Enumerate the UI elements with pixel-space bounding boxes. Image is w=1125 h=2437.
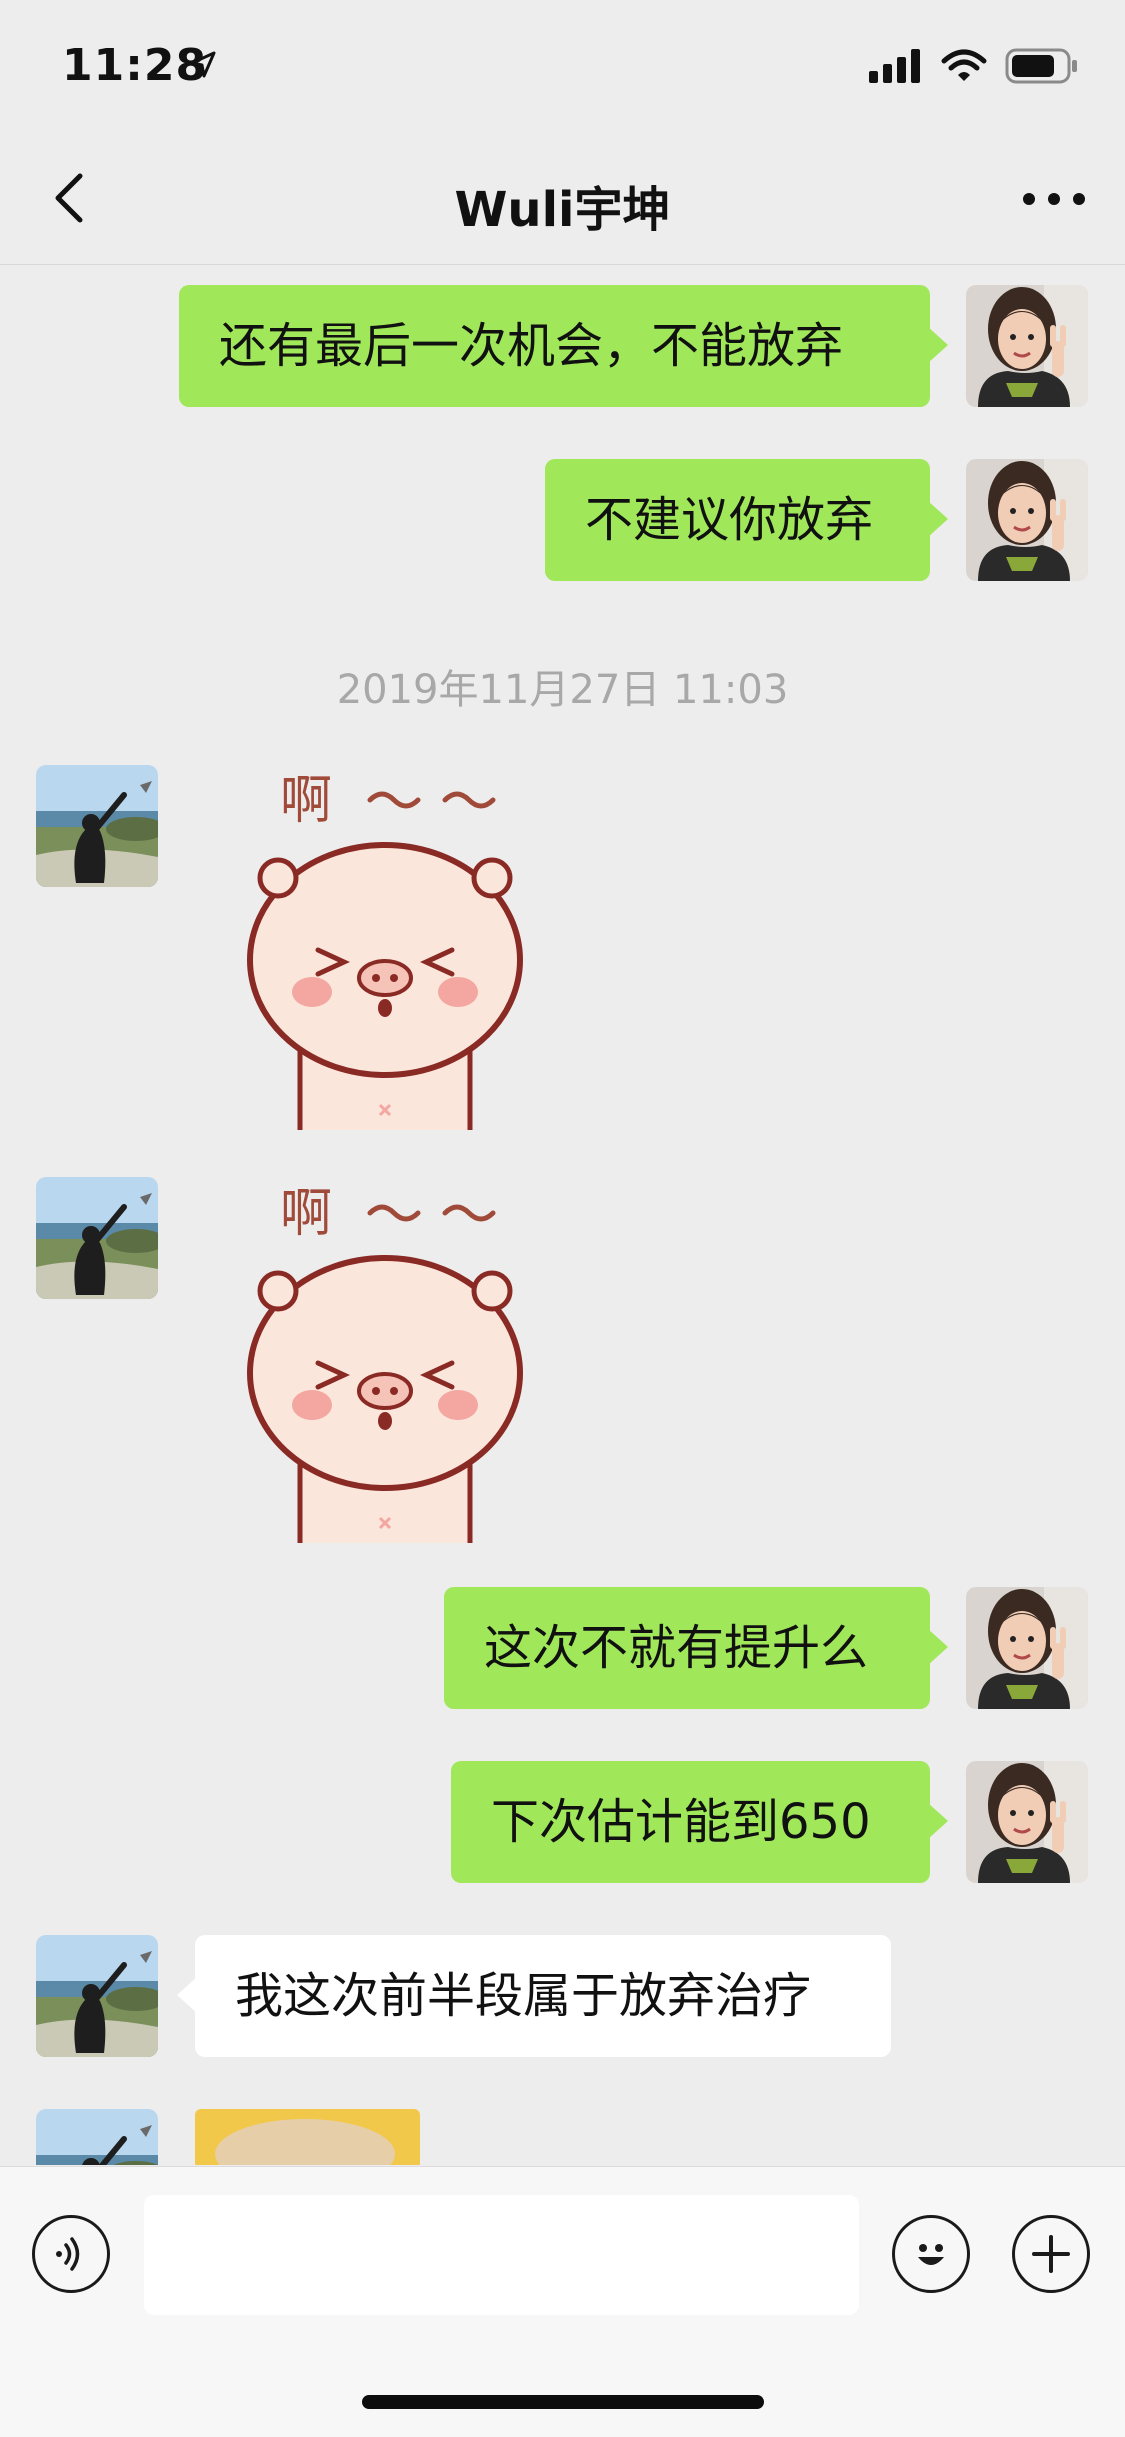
more-functions-button[interactable] (1012, 2215, 1090, 2293)
emoji-button[interactable] (892, 2215, 970, 2293)
plus-icon (1032, 2235, 1070, 2273)
my-avatar[interactable] (966, 1587, 1088, 1709)
voice-input-button[interactable] (32, 2215, 110, 2293)
message-timestamp: 2019年11月27日 11:03 (336, 667, 789, 713)
message-bubble-received[interactable]: 我这次前半段属于放弃治疗 (177, 1935, 891, 2057)
my-avatar[interactable] (966, 285, 1088, 407)
message-list[interactable]: 啊 还有最后一次机会，不能放弃 不建议你放弃 (0, 265, 1125, 2165)
cellular-signal-icon (869, 49, 923, 87)
message-bubble-sent[interactable]: 这次不就有提升么 (444, 1587, 948, 1709)
status-bar: 11:28 (0, 0, 1125, 132)
message-bubble-sent[interactable]: 还有最后一次机会，不能放弃 (179, 285, 948, 407)
contact-avatar[interactable] (36, 1935, 158, 2057)
my-avatar[interactable] (966, 459, 1088, 581)
contact-avatar[interactable] (36, 2109, 158, 2165)
home-indicator[interactable] (362, 2395, 764, 2409)
status-time: 11:28 (62, 40, 208, 91)
contact-avatar[interactable] (36, 765, 158, 887)
message-bubble-sent[interactable]: 不建议你放弃 (545, 459, 948, 581)
input-bar (0, 2166, 1125, 2437)
pig-sticker[interactable] (240, 1173, 530, 1543)
voice-icon (56, 2237, 80, 2271)
smiley-icon (918, 2244, 944, 2265)
message-input[interactable] (144, 2195, 859, 2315)
battery-icon (1005, 48, 1079, 88)
chat-title: Wuli宇坤 (454, 182, 671, 238)
pig-sticker[interactable] (240, 760, 530, 1130)
my-avatar[interactable] (966, 1761, 1088, 1883)
location-arrow-icon (188, 50, 218, 84)
contact-avatar[interactable] (36, 1177, 158, 1299)
chat-header: Wuli宇坤 (0, 132, 1125, 265)
wifi-icon (941, 49, 987, 87)
more-options-button[interactable] (1019, 184, 1089, 214)
image-message-thumbnail[interactable] (195, 2109, 420, 2165)
message-bubble-sent[interactable]: 下次估计能到650 (451, 1761, 948, 1883)
